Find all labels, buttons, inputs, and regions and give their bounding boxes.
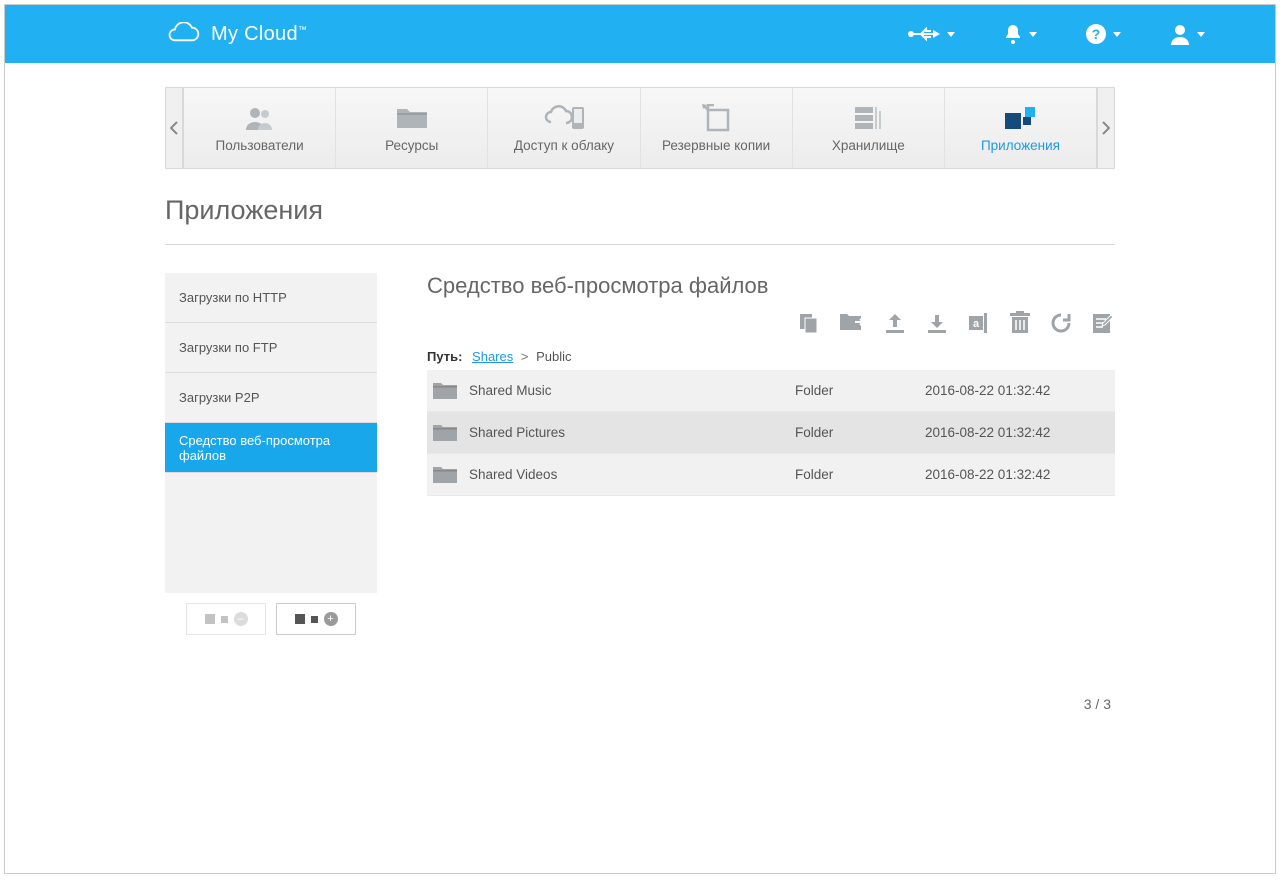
copy-button[interactable] [797,311,821,335]
notifications-menu[interactable] [1003,23,1037,45]
sidebar-item-p2p[interactable]: Загрузки P2P [165,373,377,423]
chevron-right-icon [1102,121,1110,135]
tab-apps[interactable]: Приложения [945,88,1096,168]
remove-app-button: – [186,603,266,635]
square-small-icon [221,616,228,623]
tab-storage[interactable]: Хранилище [793,88,945,168]
section-heading: Средство веб-просмотра файлов [427,273,1115,299]
breadcrumb-root[interactable]: Shares [472,349,513,364]
tab-label: Ресурсы [385,138,438,153]
brand-text: My Cloud™ [211,23,307,46]
file-date: 2016-08-22 01:32:42 [925,383,1115,398]
svg-text:?: ? [1092,26,1101,42]
move-button[interactable] [839,311,865,335]
usb-icon [907,25,941,43]
user-menu[interactable] [1169,23,1205,45]
path-label: Путь: [427,349,462,364]
tab-label: Резервные копии [662,138,770,153]
tab-label: Доступ к облаку [514,138,614,153]
tab-label: Пользователи [216,138,304,153]
top-header: My Cloud™ ? [5,5,1275,63]
tab-users[interactable]: Пользователи [184,88,336,168]
page-title: Приложения [165,195,1115,245]
square-small-icon [311,616,318,623]
file-viewer-pane: Средство веб-просмотра файлов a Путь: Sh… [427,273,1115,712]
tab-shares[interactable]: Ресурсы [336,88,488,168]
plus-circle-icon: + [324,612,338,626]
rename-button[interactable]: a [967,311,991,335]
file-type: Folder [795,383,925,398]
users-icon [243,104,277,132]
chevron-down-icon [1029,32,1037,37]
breadcrumb-current: Public [536,349,571,364]
brand[interactable]: My Cloud™ [165,22,307,46]
folder-icon [427,465,463,485]
backup-icon [702,104,730,132]
file-row[interactable]: Shared Videos Folder 2016-08-22 01:32:42 [427,454,1115,496]
square-icon [205,614,215,624]
header-actions: ? [907,23,1245,45]
content-area: Загрузки по HTTP Загрузки по FTP Загрузк… [165,273,1115,712]
apps-icon [1005,104,1035,132]
file-row[interactable]: Shared Pictures Folder 2016-08-22 01:32:… [427,412,1115,454]
square-icon [295,614,305,624]
nav-tabs: Пользователи Ресурсы Доступ к облаку Рез… [165,87,1115,169]
delete-button[interactable] [1009,311,1031,335]
add-app-button[interactable]: + [276,603,356,635]
edit-button[interactable] [1091,311,1115,335]
app-sidebar: Загрузки по HTTP Загрузки по FTP Загрузк… [165,273,377,712]
sidebar-blank [165,473,377,593]
svg-text:a: a [973,318,980,330]
tab-label: Приложения [981,138,1060,153]
sidebar-item-http[interactable]: Загрузки по HTTP [165,273,377,323]
file-name: Shared Music [463,383,795,398]
chevron-down-icon [947,32,955,37]
tab-cloud-access[interactable]: Доступ к облаку [488,88,640,168]
usb-menu[interactable] [907,25,955,43]
file-type: Folder [795,467,925,482]
tab-backups[interactable]: Резервные копии [641,88,793,168]
chevron-down-icon [1113,32,1121,37]
upload-button[interactable] [883,311,907,335]
breadcrumb: Путь: Shares > Public [427,349,1115,364]
chevron-left-icon [170,121,178,135]
file-row[interactable]: Shared Music Folder 2016-08-22 01:32:42 [427,370,1115,412]
file-type: Folder [795,425,925,440]
breadcrumb-separator: > [521,349,529,364]
user-icon [1169,23,1191,45]
file-list: Shared Music Folder 2016-08-22 01:32:42 … [427,370,1115,496]
sidebar-item-ftp[interactable]: Загрузки по FTP [165,323,377,373]
cloud-icon [165,22,201,46]
folder-icon [396,104,428,132]
help-menu[interactable]: ? [1085,23,1121,45]
sidebar-item-fileviewer[interactable]: Средство веб-просмотра файлов [165,423,377,473]
file-date: 2016-08-22 01:32:42 [925,467,1115,482]
help-icon: ? [1085,23,1107,45]
storage-icon [853,104,883,132]
cloud-device-icon [542,104,586,132]
file-toolbar: a [427,305,1115,343]
file-date: 2016-08-22 01:32:42 [925,425,1115,440]
chevron-down-icon [1197,32,1205,37]
nav-scroll-right[interactable] [1097,87,1115,169]
bell-icon [1003,23,1023,45]
tab-label: Хранилище [832,138,905,153]
refresh-button[interactable] [1049,311,1073,335]
file-name: Shared Videos [463,467,795,482]
folder-icon [427,423,463,443]
file-name: Shared Pictures [463,425,795,440]
nav-scroll-left[interactable] [165,87,183,169]
download-button[interactable] [925,311,949,335]
pager: 3 / 3 [427,696,1115,712]
minus-circle-icon: – [234,612,248,626]
folder-icon [427,381,463,401]
